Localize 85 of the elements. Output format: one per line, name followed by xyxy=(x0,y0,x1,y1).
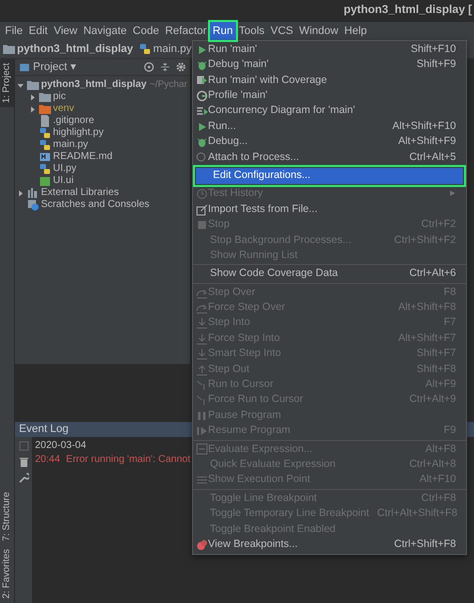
menu-title[interactable]: Edit xyxy=(26,22,51,40)
panel-icon xyxy=(19,62,30,72)
target-icon xyxy=(144,62,154,72)
history-icon xyxy=(196,188,208,200)
debug-icon xyxy=(196,59,208,72)
library-icon xyxy=(27,187,39,199)
markdown-file-icon xyxy=(39,151,51,163)
collapse-icon xyxy=(160,62,170,72)
run-icon xyxy=(196,120,208,133)
menu-item[interactable]: View Breakpoints... Ctrl+Shift+F8 xyxy=(193,537,466,552)
pause-icon xyxy=(196,410,208,422)
import-icon xyxy=(196,204,208,216)
tree-item[interactable]: UI.ui xyxy=(53,175,74,187)
coverage-icon xyxy=(196,74,208,86)
python-file-icon xyxy=(39,163,51,175)
scratches-icon xyxy=(27,199,39,211)
menu-title[interactable]: Run xyxy=(210,22,236,40)
menu-item[interactable]: Debug... Alt+Shift+F9 xyxy=(193,134,466,150)
tree-item[interactable]: .gitignore xyxy=(53,115,94,127)
tree-item[interactable]: python3_html_display xyxy=(41,79,147,91)
run-icon xyxy=(196,44,208,56)
file-icon xyxy=(39,115,51,127)
tool-window-tab[interactable]: 1: Project xyxy=(0,59,14,108)
error-message: Error running 'main': Cannot xyxy=(66,453,190,467)
tree-item[interactable]: Scratches and Consoles xyxy=(41,199,150,211)
folder-icon xyxy=(39,103,51,115)
window-title: python3_html_display [ xyxy=(344,3,472,18)
menu-title[interactable]: Refactor xyxy=(162,22,210,40)
menu-title[interactable]: VCS xyxy=(268,22,296,40)
menu-item[interactable]: Run 'main' Shift+F10 xyxy=(193,42,466,58)
step-into-icon xyxy=(196,348,208,360)
step-into-icon xyxy=(196,317,208,330)
menu-item[interactable]: Debug 'main' Shift+F9 xyxy=(193,57,466,73)
menu-title[interactable]: Window xyxy=(296,22,342,40)
folder-icon xyxy=(39,91,51,103)
python-file-icon xyxy=(39,127,51,139)
log-date: 2020-03-04 xyxy=(35,439,86,453)
tree-item[interactable]: README.md xyxy=(53,151,112,163)
menu-title[interactable]: Help xyxy=(341,22,370,40)
menu-title[interactable]: File xyxy=(2,22,26,40)
mark-read-icon xyxy=(18,441,28,451)
trash-icon xyxy=(18,457,28,467)
menu-title[interactable]: View xyxy=(50,22,80,40)
menu-title[interactable]: Navigate xyxy=(80,22,130,40)
folder-icon xyxy=(27,79,39,91)
menu-item[interactable]: Run... Alt+Shift+F10 xyxy=(193,118,466,134)
menu-item[interactable]: Edit Configurations... xyxy=(196,168,463,184)
settings-icon xyxy=(176,62,186,72)
calculator-icon xyxy=(196,443,208,456)
tool-window-tab[interactable]: 7: Structure xyxy=(0,488,14,546)
breadcrumb[interactable]: python3_html_display xyxy=(17,40,134,58)
tool-window-tab[interactable]: 2: Favorites xyxy=(0,545,14,603)
debug-icon xyxy=(196,136,208,148)
tree-item[interactable]: highlight.py xyxy=(53,127,104,139)
execution-point-icon xyxy=(196,474,208,486)
menu-item[interactable]: Concurrency Diagram for 'main' xyxy=(193,104,466,119)
menu-item[interactable]: Attach to Process... Ctrl+Alt+5 xyxy=(193,150,466,166)
path-hint: ~/Pychar xyxy=(150,79,188,91)
breadcrumb[interactable]: main.py xyxy=(153,40,192,58)
resume-icon xyxy=(196,425,208,438)
menu-title[interactable]: Tools xyxy=(236,22,268,40)
menu-item[interactable]: Show Code Coverage Data Ctrl+Alt+6 xyxy=(193,266,466,282)
menu-item[interactable]: Import Tests from File... xyxy=(193,202,466,218)
tree-item[interactable]: main.py xyxy=(53,139,88,151)
breakpoints-icon xyxy=(196,538,208,551)
step-out-icon xyxy=(196,364,208,376)
wrench-icon xyxy=(18,473,28,483)
ui-file-icon xyxy=(39,175,51,187)
python-file-icon xyxy=(39,139,51,151)
folder-icon xyxy=(3,43,15,55)
diagram-icon xyxy=(196,105,208,118)
tree-item[interactable]: venv xyxy=(53,103,74,115)
profile-icon xyxy=(196,90,208,102)
python-file-icon xyxy=(139,43,152,55)
submenu-arrow-icon: ▸ xyxy=(450,186,456,202)
tree-item[interactable]: pic xyxy=(53,91,66,103)
panel-title[interactable]: Project ▾ xyxy=(33,59,76,76)
tree-item[interactable]: UI.py xyxy=(53,163,76,175)
tree-item[interactable]: External Libraries xyxy=(41,187,119,199)
log-time: 20:44 xyxy=(35,453,60,467)
menu-item[interactable]: Run 'main' with Coverage xyxy=(193,72,466,88)
step-into-icon xyxy=(196,332,208,345)
stop-icon xyxy=(196,218,208,231)
menu-item[interactable]: Profile 'main' xyxy=(193,88,466,104)
menu-title[interactable]: Code xyxy=(130,22,162,40)
